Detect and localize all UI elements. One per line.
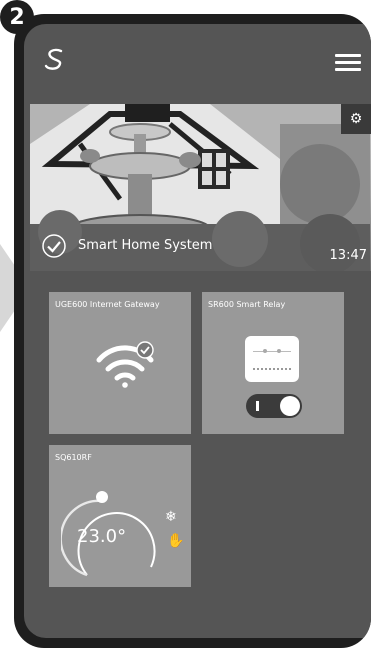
tile-label: SR600 Smart Relay xyxy=(208,300,286,309)
thermostat-tile[interactable]: SQ610RF 23.0° ❄ ✋ xyxy=(49,445,191,587)
smart-relay-tile[interactable]: SR600 Smart Relay xyxy=(202,292,344,434)
check-circle-icon xyxy=(42,234,66,258)
wifi-icon xyxy=(96,341,154,388)
clock-time: 13:47 xyxy=(329,248,367,263)
snowflake-icon: ❄ xyxy=(165,509,177,525)
gear-icon[interactable]: ⚙ xyxy=(341,104,371,134)
home-banner[interactable]: ⚙ Smart Home System 13:47 xyxy=(30,104,371,271)
app-header xyxy=(24,24,371,94)
salus-logo-icon[interactable] xyxy=(42,46,68,72)
gateway-tile[interactable]: UGE600 Internet Gateway xyxy=(49,292,191,434)
hamburger-menu-icon[interactable] xyxy=(335,54,361,72)
phone-frame: ⚙ Smart Home System 13:47 UGE600 Interne… xyxy=(14,14,371,648)
app-screen: ⚙ Smart Home System 13:47 UGE600 Interne… xyxy=(24,24,371,638)
step-number-badge: 2 xyxy=(0,0,34,34)
tile-label: SQ610RF xyxy=(55,453,92,462)
temperature-value: 23.0° xyxy=(77,526,127,547)
toggle-switch-icon[interactable] xyxy=(246,394,302,418)
system-name: Smart Home System xyxy=(78,238,213,253)
relay-icon xyxy=(245,336,299,382)
hand-icon: ✋ xyxy=(167,533,185,549)
tile-label: UGE600 Internet Gateway xyxy=(55,300,160,309)
